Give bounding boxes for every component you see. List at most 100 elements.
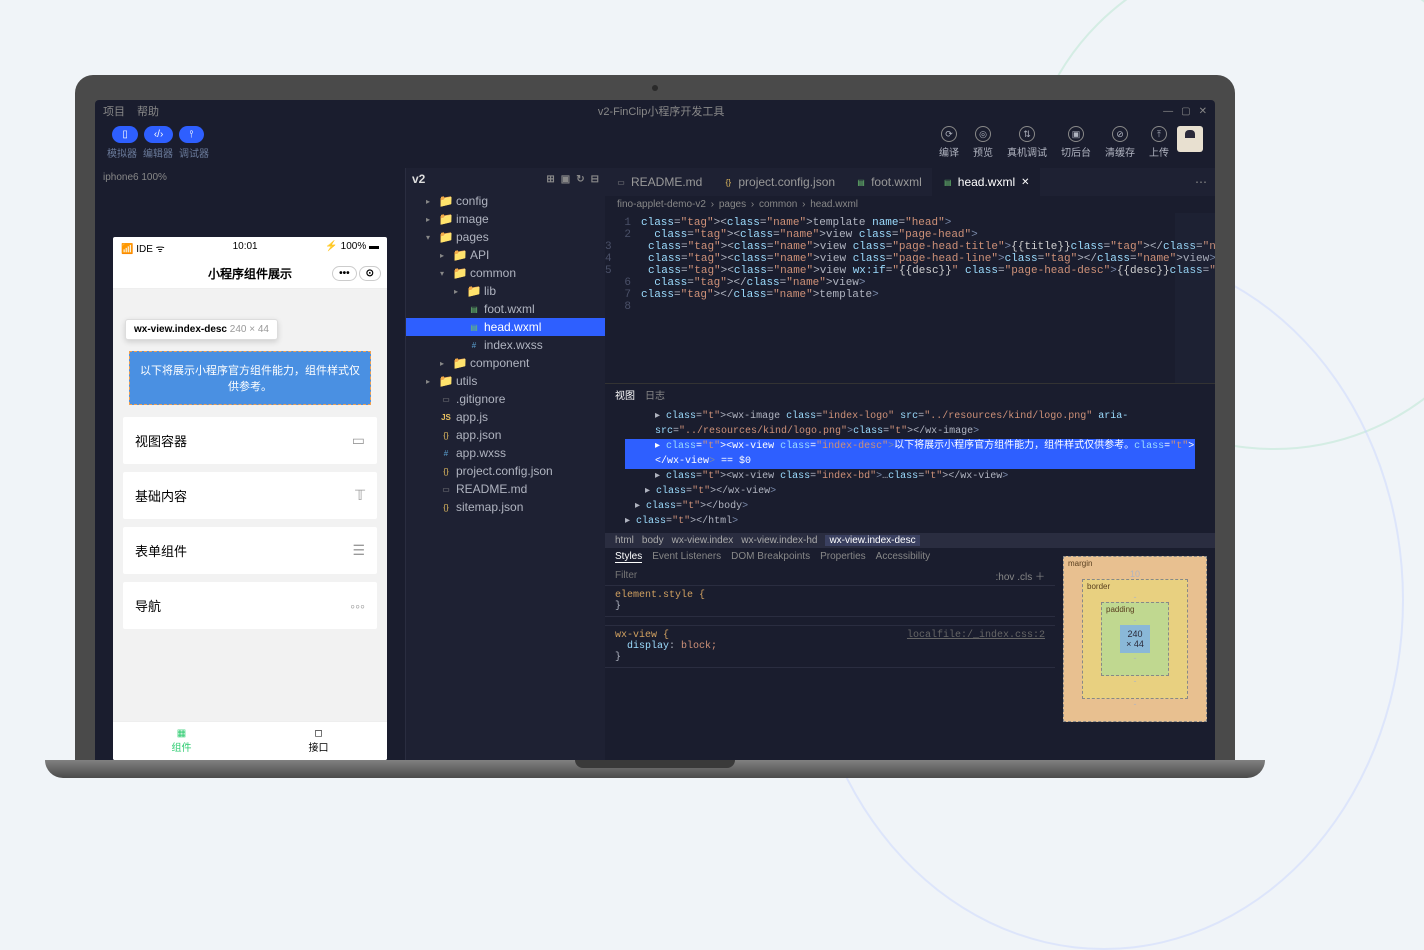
battery-icon: ⚡ 100% ▬ bbox=[325, 241, 379, 255]
hov-toggle[interactable]: :hov .cls ＋ bbox=[996, 568, 1045, 583]
simulator-toggle[interactable]: ▯ bbox=[112, 126, 138, 143]
toolbar-icon: ⊘ bbox=[1112, 126, 1128, 142]
styles-tab[interactable]: Accessibility bbox=[876, 551, 930, 563]
editor-tab[interactable]: ▤foot.wxml bbox=[845, 168, 932, 196]
minimize-icon[interactable]: — bbox=[1163, 106, 1173, 117]
element-node[interactable]: ▸ class="t"><wx-view class="index-desc">… bbox=[625, 439, 1195, 469]
crumb[interactable]: wx-view.index-hd bbox=[741, 535, 817, 546]
css-rule[interactable]: </span><span class="css-sel">.index-desc… bbox=[605, 617, 1055, 626]
element-node[interactable]: ▸ class="t"></body> bbox=[625, 499, 1195, 514]
list-item[interactable]: 基础内容𝕋 bbox=[123, 472, 377, 519]
element-node[interactable]: ▸ class="t"></html> bbox=[625, 514, 1195, 529]
close-icon[interactable]: ✕ bbox=[1021, 177, 1029, 188]
devtools-tab[interactable]: 视图 bbox=[615, 387, 635, 402]
tree-item[interactable]: ▭.gitignore bbox=[406, 390, 605, 408]
crumb[interactable]: pages bbox=[719, 199, 746, 210]
element-node[interactable]: ▸ class="t"><wx-image class="index-logo"… bbox=[625, 409, 1195, 439]
tree-item[interactable]: ▸📁config bbox=[406, 192, 605, 210]
tree-item[interactable]: ▤head.wxml bbox=[406, 318, 605, 336]
crumb[interactable]: common bbox=[759, 199, 797, 210]
toolbar-button[interactable]: ⤒上传 bbox=[1149, 126, 1169, 159]
tree-item[interactable]: {}app.json bbox=[406, 426, 605, 444]
tree-item[interactable]: {}project.config.json bbox=[406, 462, 605, 480]
crumb[interactable]: body bbox=[642, 535, 664, 546]
devtools-tab[interactable]: 日志 bbox=[645, 387, 665, 402]
crumb[interactable]: wx-view.index-desc bbox=[825, 535, 919, 546]
tree-item[interactable]: #index.wxss bbox=[406, 336, 605, 354]
laptop-frame: 项目 帮助 v2-FinClip小程序开发工具 — ▢ ✕ ▯ ‹/› ⫯ bbox=[75, 75, 1235, 778]
clock: 10:01 bbox=[233, 241, 258, 255]
highlighted-element[interactable]: 以下将展示小程序官方组件能力，组件样式仅供参考。 bbox=[129, 351, 371, 405]
tab-api[interactable]: ◻ 接口 bbox=[250, 722, 387, 760]
css-rule[interactable]: element.style {} bbox=[605, 586, 1055, 617]
tree-item[interactable]: ▸📁lib bbox=[406, 282, 605, 300]
crumb[interactable]: fino-applet-demo-v2 bbox=[617, 199, 706, 210]
tree-item[interactable]: ▸📁utils bbox=[406, 372, 605, 390]
filter-input[interactable] bbox=[615, 568, 996, 583]
styles-tab[interactable]: Properties bbox=[820, 551, 866, 563]
tree-item[interactable]: ▸📁API bbox=[406, 246, 605, 264]
tree-item[interactable]: #app.wxss bbox=[406, 444, 605, 462]
tree-item[interactable]: ▭README.md bbox=[406, 480, 605, 498]
tree-item[interactable]: ▾📁common bbox=[406, 264, 605, 282]
device-info: iphone6 100% bbox=[95, 168, 405, 187]
box-model: margin 10 border - padding - 240 × 4 bbox=[1055, 548, 1215, 760]
capsule-close[interactable]: ⊙ bbox=[359, 266, 381, 281]
item-icon: ◦◦◦ bbox=[350, 598, 365, 614]
crumb[interactable]: head.wxml bbox=[810, 199, 858, 210]
project-root[interactable]: v2 bbox=[412, 172, 425, 186]
minimap[interactable] bbox=[1175, 213, 1215, 383]
toolbar: ▯ ‹/› ⫯ 模拟器 编辑器 调试器 ⟳编译◎预览⇅真机调试▣切后台⊘清缓存⤒… bbox=[95, 122, 1215, 168]
editor-toggle[interactable]: ‹/› bbox=[144, 126, 173, 143]
list-item[interactable]: 表单组件☰ bbox=[123, 527, 377, 574]
styles-tab[interactable]: DOM Breakpoints bbox=[731, 551, 810, 563]
refresh-icon[interactable]: ↻ bbox=[576, 174, 584, 185]
tree-item[interactable]: ▤foot.wxml bbox=[406, 300, 605, 318]
crumb[interactable]: html bbox=[615, 535, 634, 546]
carrier-icon: 📶 IDE ᯤ bbox=[121, 241, 165, 255]
styles-tab[interactable]: Event Listeners bbox=[652, 551, 721, 563]
toolbar-button[interactable]: ▣切后台 bbox=[1061, 126, 1091, 159]
file-icon: 📁 bbox=[454, 266, 466, 280]
file-icon: ▭ bbox=[440, 395, 452, 404]
tree-item[interactable]: ▾📁pages bbox=[406, 228, 605, 246]
file-icon: 📁 bbox=[440, 374, 452, 388]
tree-item[interactable]: ▸📁component bbox=[406, 354, 605, 372]
list-item[interactable]: 视图容器▭ bbox=[123, 417, 377, 464]
element-crumbs[interactable]: html body wx-view.index wx-view.index-hd wx-… bbox=[605, 533, 1215, 548]
styles-tab[interactable]: Styles bbox=[615, 551, 642, 563]
element-node[interactable]: ▸ class="t"><wx-view class="index-bd">…c… bbox=[625, 469, 1195, 484]
new-folder-icon[interactable]: ▣ bbox=[561, 174, 570, 185]
toolbar-button[interactable]: ⇅真机调试 bbox=[1007, 126, 1047, 159]
css-rule[interactable]: localfile:/_index.css:2wx-view { display… bbox=[605, 626, 1055, 668]
editor-tab[interactable]: {}project.config.json bbox=[712, 168, 845, 196]
file-icon: ▤ bbox=[855, 178, 867, 187]
capsule-menu[interactable]: ••• bbox=[332, 266, 357, 281]
menu-item[interactable]: 帮助 bbox=[137, 103, 159, 119]
editor-tab[interactable]: ▭README.md bbox=[605, 168, 712, 196]
tab-components[interactable]: ▦ 组件 bbox=[113, 722, 250, 760]
collapse-icon[interactable]: ⊟ bbox=[591, 174, 599, 185]
toolbar-button[interactable]: ◎预览 bbox=[973, 126, 993, 159]
tree-item[interactable]: {}sitemap.json bbox=[406, 498, 605, 516]
new-file-icon[interactable]: ⊞ bbox=[546, 174, 554, 185]
tree-item[interactable]: ▸📁image bbox=[406, 210, 605, 228]
crumb[interactable]: wx-view.index bbox=[672, 535, 734, 546]
close-icon[interactable]: ✕ bbox=[1199, 106, 1207, 117]
titlebar: 项目 帮助 v2-FinClip小程序开发工具 — ▢ ✕ bbox=[95, 100, 1215, 122]
avatar[interactable] bbox=[1177, 126, 1203, 152]
elements-panel[interactable]: ▸ class="t"><wx-image class="index-logo"… bbox=[605, 405, 1215, 533]
breadcrumb: fino-applet-demo-v2 › pages › common › h… bbox=[605, 196, 1215, 213]
tab-more[interactable]: ⋯ bbox=[1187, 175, 1215, 189]
toolbar-button[interactable]: ⊘清缓存 bbox=[1105, 126, 1135, 159]
menu-item[interactable]: 项目 bbox=[103, 103, 125, 119]
list-item[interactable]: 导航◦◦◦ bbox=[123, 582, 377, 629]
element-node[interactable]: ▸ class="t"></wx-view> bbox=[625, 484, 1195, 499]
editor-tab[interactable]: ▤head.wxml✕ bbox=[932, 168, 1040, 196]
maximize-icon[interactable]: ▢ bbox=[1181, 106, 1190, 117]
toolbar-button[interactable]: ⟳编译 bbox=[939, 126, 959, 159]
file-icon: 📁 bbox=[440, 230, 452, 244]
code-editor[interactable]: 1class="tag"><class="name">template name… bbox=[605, 213, 1215, 383]
tree-item[interactable]: JSapp.js bbox=[406, 408, 605, 426]
debugger-toggle[interactable]: ⫯ bbox=[179, 126, 203, 143]
